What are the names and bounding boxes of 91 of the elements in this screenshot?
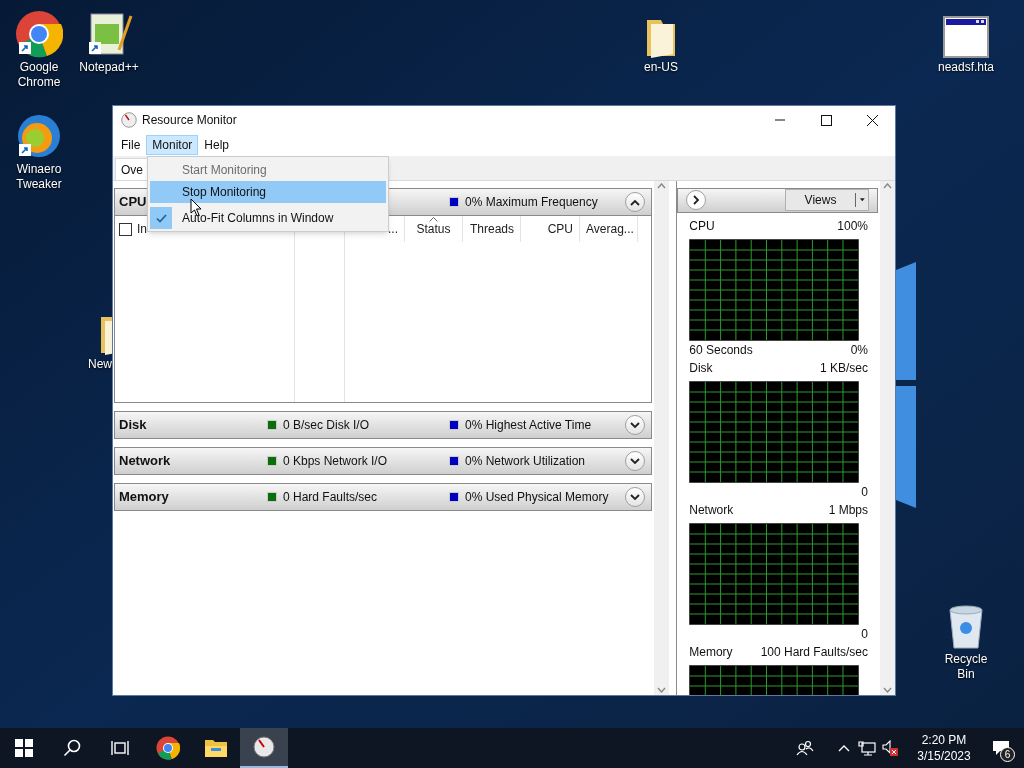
icon-label: neadsf.hta (937, 60, 994, 75)
section-header[interactable]: Network 0 Kbps Network I/O 0% Network Utilization (114, 447, 653, 475)
collapse-button[interactable] (625, 192, 646, 212)
metric-text: 0% Used Physical Memory (465, 489, 609, 506)
column-header[interactable]: ... (388, 220, 398, 238)
scroll-up-icon[interactable] (883, 183, 892, 189)
chevron-up-icon[interactable] (838, 744, 850, 752)
folder-icon (646, 19, 676, 58)
muted-speaker-icon[interactable] (882, 740, 898, 756)
section-header[interactable]: Memory 0 Hard Faults/sec 0% Used Physical Memory (114, 483, 653, 511)
desktop-icon[interactable]: Winaero Tweaker (8, 110, 70, 192)
taskbar-button[interactable] (240, 728, 288, 768)
icon-label: Google Chrome (16, 60, 62, 90)
metric-text: 0% Maximum Frequency (465, 194, 598, 211)
collapse-pane-button[interactable] (686, 190, 707, 211)
graph-title: Network (689, 501, 734, 519)
gauge-icon (121, 112, 137, 128)
section-title: Network (119, 452, 171, 471)
graph-title: Memory (689, 643, 733, 661)
section-title: Disk (119, 416, 147, 435)
scroll-up-icon[interactable] (657, 183, 667, 189)
graph-scale: 100 Hard Faults/sec (760, 643, 868, 661)
network-icon[interactable] (858, 740, 876, 756)
scroll-down-icon[interactable] (657, 687, 667, 693)
expand-button[interactable] (625, 451, 646, 471)
column-header[interactable]: In (137, 220, 147, 238)
expand-button[interactable] (625, 415, 646, 435)
recycle-bin-icon (946, 604, 986, 650)
column-header[interactable]: Averag... (586, 220, 634, 238)
scrollbar[interactable] (654, 181, 670, 695)
graph-scale: 1 Mbps (828, 501, 868, 519)
app-window-icon (943, 16, 989, 58)
graph-scale: 1 KB/sec (820, 359, 868, 377)
scroll-down-icon[interactable] (883, 687, 892, 693)
icon-label: New (88, 357, 112, 372)
views-button[interactable]: Views (785, 189, 869, 212)
graph-minimum: 0% (850, 341, 868, 359)
graph-minimum: 0 (861, 483, 868, 501)
select-all-checkbox[interactable] (119, 222, 132, 236)
column-header[interactable]: Threads (469, 220, 514, 238)
swirl-icon (15, 112, 63, 160)
desktop-icon[interactable]: en-US (630, 8, 692, 75)
graph-title: Disk (689, 359, 713, 377)
menu-item[interactable]: File (115, 135, 147, 155)
globe-icon (15, 10, 63, 58)
gauge-icon[interactable] (253, 736, 275, 758)
column-header[interactable]: Status (416, 220, 451, 238)
scrollbar[interactable] (880, 181, 895, 695)
windows-icon[interactable] (15, 739, 33, 757)
metric-text: 0% Network Utilization (465, 453, 586, 470)
menu-option[interactable]: Stop Monitoring (150, 181, 386, 203)
chevron-down-icon (630, 493, 641, 501)
section-title: Memory (119, 488, 169, 507)
clock[interactable]: 2:20 PM 3/15/2023 (908, 732, 980, 764)
icon-label: Notepad++ (79, 60, 139, 75)
people-icon[interactable] (796, 740, 814, 756)
menu-item[interactable]: Monitor (146, 135, 199, 155)
maximize-icon (820, 114, 832, 126)
chevron-up-icon (630, 198, 641, 206)
desktop-icon[interactable]: neadsf.hta (935, 8, 997, 75)
column-header[interactable]: CPU (547, 220, 573, 238)
metric-text: 0 B/sec Disk I/O (283, 417, 370, 434)
time-span-label: 60 Seconds (689, 341, 753, 359)
icon-label: Recycle Bin (943, 652, 989, 682)
desktop-icon[interactable]: Notepad++ (78, 8, 140, 75)
chevron-down-icon (630, 421, 641, 429)
metric-text: 0 Hard Faults/sec (283, 489, 378, 506)
section-header[interactable]: Disk 0 B/sec Disk I/O 0% Highest Active Time (114, 411, 653, 439)
menu-item[interactable]: Help (198, 135, 236, 155)
graph-scale: 100% (837, 217, 868, 235)
desktop-icon[interactable]: Google Chrome (8, 8, 70, 90)
close-icon (866, 114, 878, 126)
graph-title: CPU (689, 217, 715, 235)
search-icon[interactable] (63, 739, 81, 757)
menu-option[interactable]: Auto-Fit Columns in Window (150, 207, 386, 229)
chevron-right-icon (692, 195, 700, 206)
task-view-icon[interactable] (110, 740, 130, 756)
expand-button[interactable] (625, 487, 646, 507)
checkmark-icon (155, 213, 167, 223)
icon-label: Winaero Tweaker (15, 162, 63, 192)
globe-icon[interactable] (156, 736, 180, 760)
notification-count: 6 (1000, 747, 1015, 762)
section-title: CPU (119, 193, 147, 212)
folder-icon[interactable] (204, 738, 228, 758)
chevron-down-icon (630, 457, 641, 465)
metric-text: 0 Kbps Network I/O (283, 453, 388, 470)
graph-minimum: 0 (861, 625, 868, 643)
metric-text: 0% Highest Active Time (465, 417, 592, 434)
icon-label: en-US (644, 60, 678, 75)
desktop-icon[interactable]: Recycle Bin (935, 600, 997, 682)
window-title: Resource Monitor (142, 112, 237, 129)
